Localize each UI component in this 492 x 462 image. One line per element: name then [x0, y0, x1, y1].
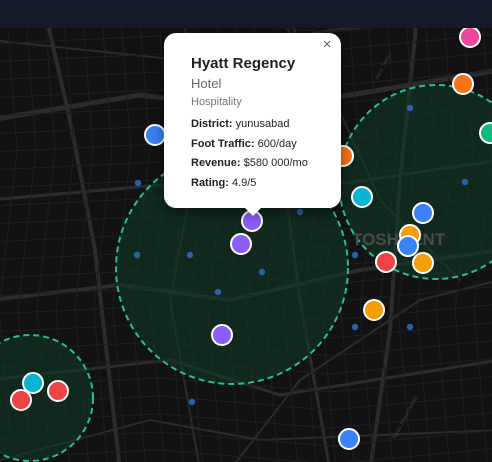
marker-purple[interactable]	[230, 233, 252, 255]
marker-purple[interactable]	[211, 324, 233, 346]
close-icon[interactable]: ×	[319, 37, 335, 53]
marker-blue[interactable]	[412, 202, 434, 224]
marker-blue[interactable]	[397, 235, 419, 257]
popup-pointer	[244, 207, 262, 216]
detail-label: Foot Traffic:	[191, 137, 255, 150]
minor-poi-dot[interactable]	[258, 268, 266, 276]
detail-revenue: Revenue: $580 000/mo	[191, 154, 341, 174]
marker-blue[interactable]	[144, 124, 166, 146]
marker-blue[interactable]	[338, 428, 360, 450]
marker-green[interactable]	[479, 122, 492, 144]
detail-foot-traffic: Foot Traffic: 600/day	[191, 135, 341, 155]
place-subcategory: Hospitality	[191, 96, 242, 108]
minor-poi-dot[interactable]	[461, 178, 469, 186]
place-details: District: yunusabad Foot Traffic: 600/da…	[191, 115, 341, 193]
detail-label: Rating:	[191, 176, 229, 189]
detail-district: District: yunusabad	[191, 115, 341, 135]
marker-cyan[interactable]	[351, 186, 373, 208]
minor-poi-dot[interactable]	[133, 251, 141, 259]
minor-poi-dot[interactable]	[214, 288, 222, 296]
minor-poi-dot[interactable]	[351, 251, 359, 259]
minor-poi-dot[interactable]	[406, 323, 414, 331]
minor-poi-dot[interactable]	[134, 179, 142, 187]
detail-value: 600/day	[257, 137, 297, 150]
marker-red[interactable]	[47, 380, 69, 402]
top-bar	[0, 0, 492, 28]
minor-poi-dot[interactable]	[351, 323, 359, 331]
detail-label: District:	[191, 118, 233, 130]
detail-value: 4.9/5	[231, 176, 257, 189]
marker-pink[interactable]	[459, 26, 481, 48]
marker-amber[interactable]	[412, 252, 434, 274]
detail-value: yunusabad	[235, 118, 290, 130]
place-category: Hotel	[191, 76, 222, 91]
marker-amber[interactable]	[363, 299, 385, 321]
minor-poi-dot[interactable]	[186, 251, 194, 259]
detail-rating: Rating: 4.9/5	[191, 174, 341, 194]
detail-value: $580 000/mo	[243, 157, 308, 169]
minor-poi-dot[interactable]	[296, 208, 304, 216]
minor-poi-dot[interactable]	[406, 104, 414, 112]
marker-red[interactable]	[10, 389, 32, 411]
place-popup: × Hyatt Regency Hotel Hospitality Distri…	[164, 33, 341, 216]
marker-red[interactable]	[375, 251, 397, 273]
detail-label: Revenue:	[191, 157, 241, 169]
minor-poi-dot[interactable]	[188, 398, 196, 406]
place-name: Hyatt Regency	[191, 55, 296, 72]
marker-cyan[interactable]	[22, 372, 44, 394]
map-view[interactable]: TOSHKENT Amir Temur Taras Shevchenko × H…	[0, 0, 492, 462]
marker-orange[interactable]	[452, 73, 474, 95]
